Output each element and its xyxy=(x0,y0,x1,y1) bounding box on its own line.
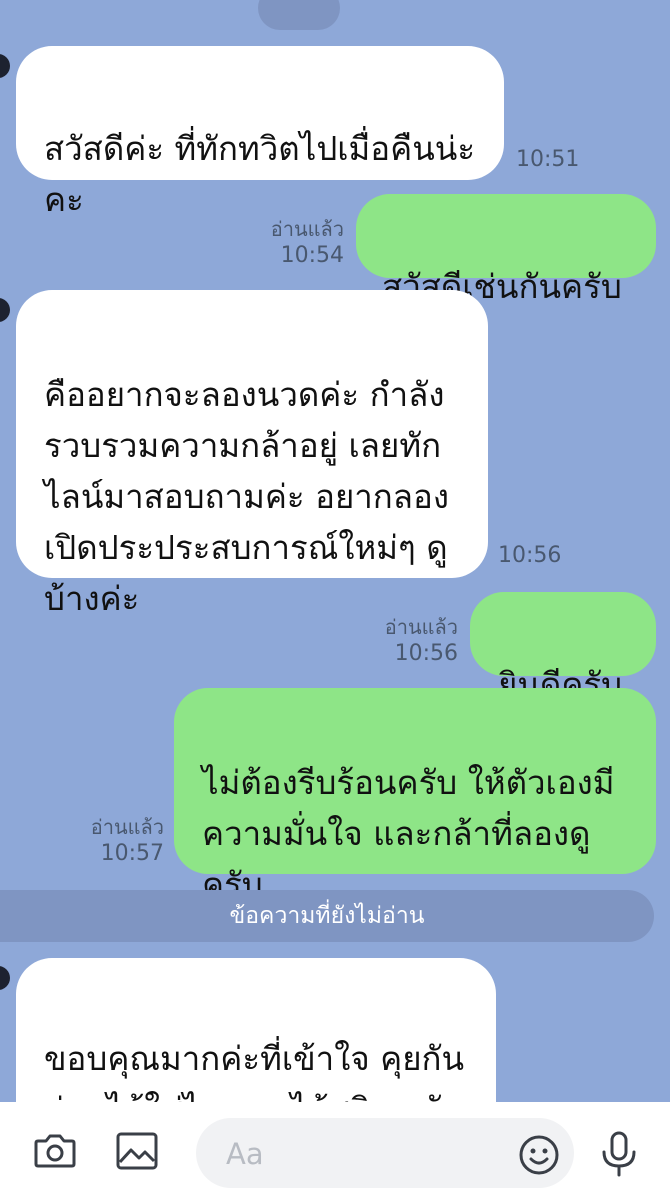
message-time: 10:54 xyxy=(280,243,344,268)
message-bubble-outgoing[interactable]: สวัสดีเช่นกันครับ xyxy=(356,194,656,306)
date-pill xyxy=(258,0,340,30)
message-bubble-incoming[interactable]: ขอบคุณมากค่ะที่เข้าใจ คุยกัน ก่อนได้ใช่ไ… xyxy=(16,958,496,1102)
avatar[interactable] xyxy=(0,966,10,990)
message-time: 10:57 xyxy=(100,841,164,866)
chat-history[interactable]: สวัสดีค่ะ ที่ทักทวิตไปเมื่อคืนน่ะ คะ 10:… xyxy=(0,0,670,1102)
message-bubble-outgoing[interactable]: ยินดีครับ xyxy=(470,592,656,704)
message-bubble-incoming[interactable]: คืออยากจะลองนวดค่ะ กำลัง รวบรวมความกล้าอ… xyxy=(16,290,488,618)
message-input[interactable] xyxy=(224,1131,488,1177)
message-text: ขอบคุณมากค่ะที่เข้าใจ คุยกัน ก่อนได้ใช่ไ… xyxy=(44,1039,465,1102)
message-text: คืออยากจะลองนวดค่ะ กำลัง รวบรวมความกล้าอ… xyxy=(44,375,449,618)
image-icon[interactable] xyxy=(114,1128,160,1174)
message-text: ไม่ต้องรีบร้อนครับ ให้ตัวเองมี ความมั่นใ… xyxy=(202,763,615,904)
message-meta: อ่านแล้ว 10:56 xyxy=(354,614,458,668)
message-bubble-outgoing[interactable]: ไม่ต้องรีบร้อนครับ ให้ตัวเองมี ความมั่นใ… xyxy=(174,688,656,904)
message-meta: อ่านแล้ว 10:54 xyxy=(240,216,344,270)
message-bubble-incoming[interactable]: สวัสดีค่ะ ที่ทักทวิตไปเมื่อคืนน่ะ คะ xyxy=(16,46,504,219)
unread-divider: ข้อความที่ยังไม่อ่าน xyxy=(0,890,654,942)
read-receipt: อ่านแล้ว xyxy=(90,815,164,839)
avatar[interactable] xyxy=(0,54,10,78)
message-time: 10:51 xyxy=(516,147,580,172)
message-time: 10:56 xyxy=(394,641,458,666)
camera-icon[interactable] xyxy=(32,1128,78,1174)
message-time: 10:56 xyxy=(498,543,562,568)
read-receipt: อ่านแล้ว xyxy=(384,615,458,639)
emoji-icon[interactable] xyxy=(518,1134,560,1176)
message-meta: อ่านแล้ว 10:57 xyxy=(60,814,164,868)
read-receipt: อ่านแล้ว xyxy=(270,217,344,241)
avatar[interactable] xyxy=(0,298,10,322)
microphone-icon[interactable] xyxy=(596,1130,642,1177)
